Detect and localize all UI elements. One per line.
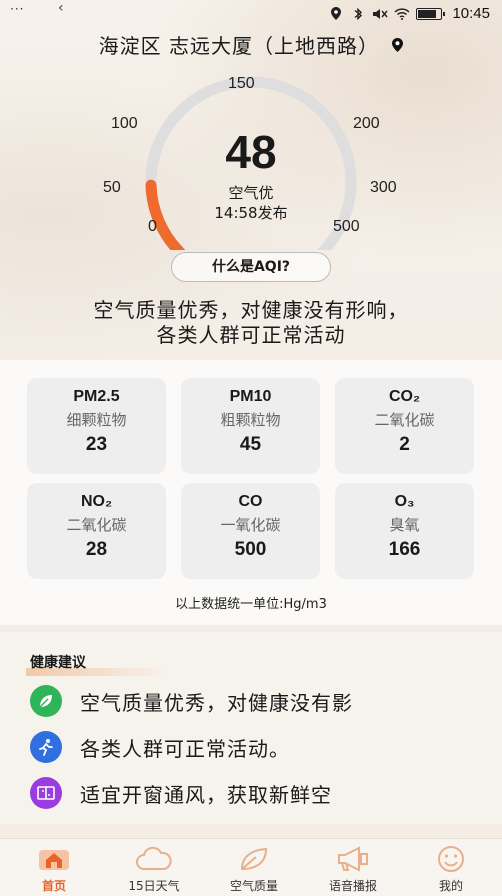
health-title: 健康建议 [30,655,86,671]
mute-icon [372,7,388,21]
pollutant-card-o3[interactable]: O₃ 臭氧 166 [335,483,474,579]
pollutant-name: CO [238,493,263,510]
pollutant-name: NO₂ [80,493,113,510]
pollutant-value: 500 [234,539,267,560]
health-tip-text: 适宜开窗通风，获取新鲜空 [80,782,332,807]
pollutant-name: O₃ [394,493,415,510]
aqi-summary: 空气质量优秀，对健康没有形响， 各类人群可正常活动 [0,298,502,348]
pollutant-cn-name: 一氧化碳 [220,516,281,534]
status-bar: ··· ‹ 10:45 [0,0,502,30]
battery-fill [418,9,437,18]
bluetooth-icon [350,7,366,21]
pollutant-card-pm10[interactable]: PM10 粗颗粒物 45 [181,378,320,474]
location-status-icon [328,7,344,21]
pollutant-cn-name: 二氧化碳 [66,516,127,534]
pollutant-value: 23 [85,434,108,455]
aqi-level: 空气优 [228,184,274,202]
leaf-icon [30,685,62,717]
nav-voice-broadcast[interactable]: 语音播报 [308,845,398,894]
pollutant-value: 166 [388,539,421,560]
home-icon [9,845,99,873]
health-tip-3: 适宜开窗通风，获取新鲜空 [30,776,332,810]
smiley-icon [406,845,496,873]
pollutant-cn-name: 二氧化碳 [374,411,435,429]
nav-label: 语音播报 [328,879,377,893]
bottom-nav: 首页 15日天气 空气质量 语音播报 我的 [0,838,502,896]
aqi-publish-time: 14:58发布 [214,204,288,222]
pollutant-name: PM2.5 [73,388,120,405]
pollutant-card-no2[interactable]: NO₂ 二氧化碳 28 [27,483,166,579]
pollutant-name: CO₂ [388,388,421,405]
pollutant-cn-name: 细颗粒物 [66,411,127,429]
location-text: 海淀区 志远大厦（上地西路） [98,34,379,58]
gauge-tick-150: 150 [228,75,255,92]
summary-line-2: 各类人群可正常活动 [156,323,346,347]
window-icon [30,777,62,809]
health-tip-text: 各类人群可正常活动。 [80,736,290,761]
pollutant-name: PM10 [229,388,272,405]
nav-label: 我的 [438,879,463,893]
summary-line-1: 空气质量优秀，对健康没有形响， [93,298,409,322]
health-tip-2: 各类人群可正常活动。 [30,730,290,764]
unit-note: 以上数据统一单位:Hg/m3 [175,597,327,612]
nav-label: 15日天气 [128,879,180,893]
pollutant-panel: PM2.5 细颗粒物 23 PM10 粗颗粒物 45 CO₂ 二氧化碳 2 NO… [0,360,502,625]
what-is-aqi-button[interactable]: 什么是AQI? [171,252,331,282]
wifi-icon [394,7,410,21]
pollutant-card-pm25[interactable]: PM2.5 细颗粒物 23 [27,378,166,474]
nav-label: 空气质量 [229,879,278,893]
location-pin-icon [392,37,404,52]
nav-label: 首页 [41,879,66,893]
nav-home[interactable]: 首页 [9,845,99,894]
leaf-outline-icon [209,845,299,873]
health-tip-1: 空气质量优秀，对健康没有影 [30,684,353,718]
megaphone-icon [308,845,398,873]
pollutant-cn-name: 粗颗粒物 [220,411,281,429]
status-dots: ··· [10,2,25,16]
cloud-icon [109,845,199,873]
running-icon [30,731,62,763]
pollutant-value: 2 [399,434,410,455]
aqi-value: 48 [225,126,277,178]
health-advice-section: 健康建议 空气质量优秀，对健康没有影 各类人群可正常活动。 适宜开窗通风，获取新… [0,632,502,824]
pollutant-value: 45 [239,434,262,455]
pollutant-card-co2[interactable]: CO₂ 二氧化碳 2 [335,378,474,474]
nav-air-quality[interactable]: 空气质量 [209,845,299,894]
back-arrow-icon[interactable]: ‹ [58,0,64,16]
aqi-gauge: 0 50 100 150 200 300 500 48 空气优 14:58发布 [0,70,502,250]
health-tip-text: 空气质量优秀，对健康没有影 [80,690,353,715]
nav-15day-weather[interactable]: 15日天气 [109,845,199,894]
location-header[interactable]: 海淀区 志远大厦（上地西路） [0,30,502,59]
pollutant-value: 28 [85,539,108,560]
battery-icon [416,7,446,20]
pollutant-card-co[interactable]: CO 一氧化碳 500 [181,483,320,579]
clock: 10:45 [452,5,490,22]
pollutant-cn-name: 臭氧 [389,516,420,534]
status-icons: 10:45 [328,5,490,22]
nav-mine[interactable]: 我的 [406,845,496,894]
